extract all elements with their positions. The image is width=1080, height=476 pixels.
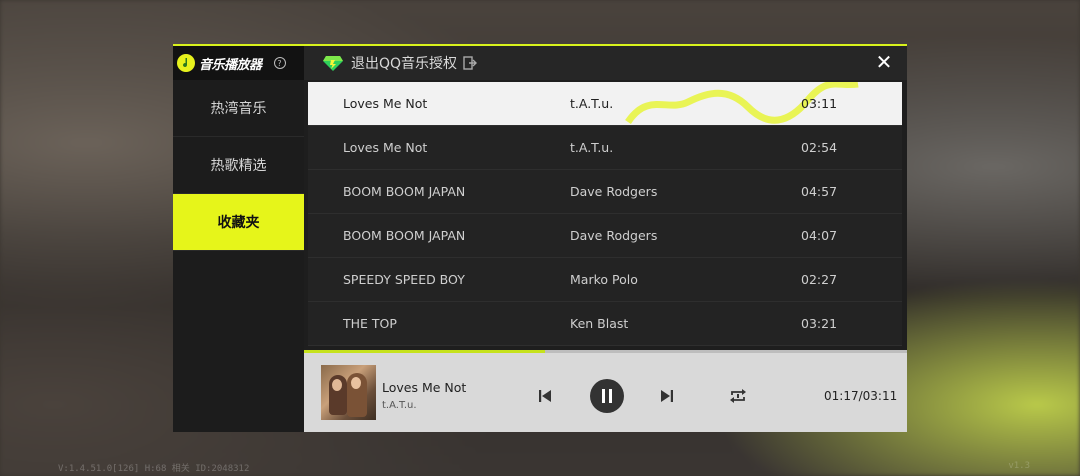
- sidebar: 音乐播放器 ? 热湾音乐 热歌精选 收藏夹: [173, 46, 304, 432]
- track-row[interactable]: Loves Me Not t.A.T.u. 02:54: [308, 126, 902, 170]
- track-artist: Ken Blast: [570, 316, 629, 331]
- sidebar-item-2[interactable]: 收藏夹: [173, 194, 304, 251]
- track-title: SPEEDY SPEED BOY: [343, 272, 465, 287]
- track-duration: 04:07: [801, 228, 838, 243]
- track-title: BOOM BOOM JAPAN: [343, 228, 466, 243]
- track-duration: 04:57: [801, 184, 838, 199]
- progress-fill: [304, 350, 546, 353]
- sidebar-item-0[interactable]: 热湾音乐: [173, 80, 304, 137]
- track-row[interactable]: Loves Me Not t.A.T.u. 03:11: [308, 82, 902, 126]
- album-art: [321, 365, 376, 420]
- pause-icon: [602, 389, 612, 403]
- diamond-icon: [323, 56, 343, 71]
- close-icon[interactable]: ✕: [875, 52, 893, 72]
- track-artist: Marko Polo: [570, 272, 638, 287]
- exit-door-icon[interactable]: [463, 56, 478, 70]
- playback-time: 01:17/03:11: [824, 389, 898, 403]
- track-duration: 03:21: [801, 316, 838, 331]
- progress-bar[interactable]: [304, 350, 907, 353]
- repeat-icon[interactable]: [729, 388, 747, 404]
- app-title: 音乐播放器: [199, 57, 262, 73]
- music-player-panel: 音乐播放器 ? 热湾音乐 热歌精选 收藏夹 退出QQ音乐授权 ✕ Loves Me …: [173, 44, 907, 432]
- now-playing-bar: Loves Me Not t.A.T.u. 01:17/03:11: [304, 350, 907, 432]
- track-artist: t.A.T.u.: [570, 140, 614, 155]
- track-row[interactable]: THE TOP Ken Blast 03:21: [308, 302, 902, 346]
- now-playing-artist: t.A.T.u.: [382, 400, 417, 411]
- sidebar-item-1[interactable]: 热歌精选: [173, 137, 304, 194]
- question-circle-icon[interactable]: ?: [273, 57, 286, 69]
- version-info-right: v1.3: [1008, 461, 1030, 471]
- track-title: BOOM BOOM JAPAN: [343, 184, 466, 199]
- track-row[interactable]: BOOM BOOM JAPAN Dave Rodgers 04:07: [308, 214, 902, 258]
- track-duration: 03:11: [801, 96, 838, 111]
- track-artist: t.A.T.u.: [570, 96, 614, 111]
- track-duration: 02:54: [801, 140, 838, 155]
- previous-track-icon[interactable]: [538, 389, 552, 403]
- now-playing-title: Loves Me Not: [382, 380, 467, 395]
- track-artist: Dave Rodgers: [570, 184, 658, 199]
- music-note-icon: [177, 54, 195, 72]
- logout-qq-music-auth-link[interactable]: 退出QQ音乐授权: [351, 53, 457, 73]
- version-info: V:1.4.51.0[126] H:68 相关 ID:2048312: [58, 464, 250, 474]
- track-title: Loves Me Not: [343, 96, 428, 111]
- track-artist: Dave Rodgers: [570, 228, 658, 243]
- track-duration: 02:27: [801, 272, 838, 287]
- track-title: Loves Me Not: [343, 140, 428, 155]
- next-track-icon[interactable]: [660, 389, 674, 403]
- pause-button[interactable]: [590, 379, 624, 413]
- track-title: THE TOP: [343, 316, 397, 331]
- track-list: Loves Me Not t.A.T.u. 03:11 Loves Me Not t.A…: [308, 82, 902, 346]
- track-row[interactable]: BOOM BOOM JAPAN Dave Rodgers 04:57: [308, 170, 902, 214]
- header-bar: 退出QQ音乐授权 ✕: [304, 46, 907, 80]
- app-logo-row: 音乐播放器 ?: [173, 46, 304, 80]
- track-row[interactable]: SPEEDY SPEED BOY Marko Polo 02:27: [308, 258, 902, 302]
